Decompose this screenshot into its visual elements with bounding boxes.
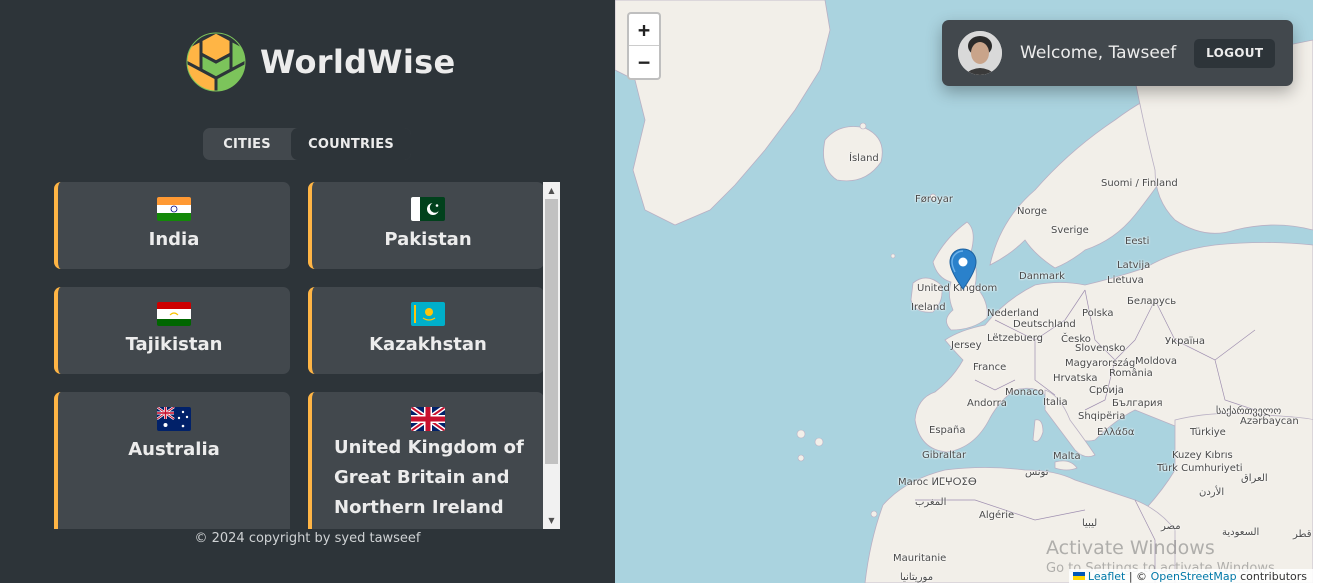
map-label: Ελλάδα: [1097, 427, 1135, 438]
map-label: България: [1112, 398, 1163, 409]
map-label: Lietuva: [1107, 275, 1144, 286]
map-label: Jersey: [951, 340, 982, 351]
map-label: Lëtzebuerg: [987, 333, 1043, 344]
page-edge: [1313, 0, 1319, 583]
map-label: Monaco: [1005, 387, 1044, 398]
map-label: Türk Cumhuriyeti: [1157, 463, 1243, 474]
country-item-australia[interactable]: Australia: [54, 392, 290, 529]
map-label: Slovensko: [1075, 343, 1126, 354]
zoom-out-button[interactable]: −: [629, 46, 659, 78]
map-label: العراق: [1241, 473, 1268, 484]
map-label: ليبيا: [1082, 518, 1098, 529]
list-scrollbar[interactable]: ▲ ▼: [543, 182, 560, 529]
logout-button[interactable]: LOGOUT: [1194, 38, 1276, 68]
leaflet-link[interactable]: Leaflet: [1088, 570, 1125, 583]
map-marker-icon[interactable]: [949, 248, 977, 290]
australia-flag-icon: [157, 407, 191, 431]
map-label: قطر: [1293, 529, 1312, 540]
map-label: România: [1109, 368, 1153, 379]
country-item-india[interactable]: India: [54, 182, 290, 269]
country-name: Pakistan: [384, 229, 472, 250]
map-label: Polska: [1082, 308, 1114, 319]
map-label: España: [929, 425, 966, 436]
map-label: Deutschland: [1013, 319, 1076, 330]
ukraine-flag-icon: [1072, 572, 1085, 580]
map-label: Ireland: [911, 302, 946, 313]
tab-countries[interactable]: COUNTRIES: [291, 128, 411, 160]
openstreetmap-link[interactable]: OpenStreetMap: [1151, 570, 1237, 583]
map-label: Norge: [1017, 206, 1048, 217]
scroll-down-arrow-icon[interactable]: ▼: [543, 512, 560, 529]
map-label: Italia: [1043, 397, 1068, 408]
map-label: Kuzey Kıbrıs: [1172, 450, 1233, 461]
country-item-kazakhstan[interactable]: Kazakhstan: [308, 287, 544, 374]
pakistan-flag-icon: [411, 197, 445, 221]
country-name: Australia: [128, 439, 220, 460]
map-label: Україна: [1165, 336, 1206, 347]
map[interactable]: Ísland Føroyar Norge Sverige Suomi / Fin…: [615, 0, 1313, 583]
user-panel: Welcome, Tawseef LOGOUT: [942, 20, 1293, 86]
map-label: Andorra: [967, 398, 1007, 409]
map-label: Azərbaycan: [1240, 416, 1299, 427]
scroll-thumb[interactable]: [545, 199, 558, 464]
map-label: Føroyar: [915, 194, 954, 205]
map-label: مصر: [1161, 521, 1181, 532]
app-name: WorldWise: [260, 43, 456, 81]
map-label: Nederland: [987, 308, 1039, 319]
watermark-title: Activate Windows: [1046, 537, 1215, 559]
logo[interactable]: WorldWise: [186, 32, 456, 92]
india-flag-icon: [157, 197, 191, 221]
map-attribution: Leaflet | © OpenStreetMap contributors: [1068, 569, 1313, 583]
map-label: Malta: [1053, 451, 1081, 462]
kazakhstan-flag-icon: [411, 302, 445, 326]
map-label: موريتانيا: [900, 572, 934, 583]
country-item-united-kingdom[interactable]: United Kingdom of Great Britain and Nort…: [308, 392, 544, 529]
globe-logo-icon: [186, 32, 246, 92]
tab-cities[interactable]: CITIES: [203, 128, 291, 160]
country-list: India Pakistan Tajikistan Kazakhstan Aus…: [54, 182, 544, 529]
country-name: India: [148, 229, 200, 250]
map-label: France: [973, 362, 1007, 373]
tajikistan-flag-icon: [157, 302, 191, 326]
map-label: تونس: [1025, 467, 1049, 478]
map-label: Danmark: [1019, 271, 1065, 282]
map-label: Mauritanie: [893, 553, 947, 564]
map-label: Србија: [1089, 385, 1124, 396]
map-label: الأردن: [1199, 487, 1225, 498]
map-label: Gibraltar: [922, 450, 967, 461]
zoom-control: + −: [627, 12, 661, 80]
map-label: Sverige: [1051, 225, 1089, 236]
scroll-up-arrow-icon[interactable]: ▲: [543, 182, 560, 199]
country-list-container[interactable]: India Pakistan Tajikistan Kazakhstan Aus…: [54, 182, 560, 529]
attribution-contributors: contributors: [1240, 569, 1307, 583]
map-label: Latvija: [1117, 260, 1151, 271]
country-name: Tajikistan: [125, 334, 223, 355]
country-item-tajikistan[interactable]: Tajikistan: [54, 287, 290, 374]
map-label: Suomi / Finland: [1101, 178, 1178, 189]
welcome-text: Welcome, Tawseef: [1020, 43, 1177, 63]
user-avatar: [958, 31, 1002, 75]
sidebar: WorldWise CITIES COUNTRIES India Pakista…: [0, 0, 615, 583]
map-label: Algérie: [979, 510, 1015, 521]
copyright-text: © 2024 copyright by syed tawseef: [194, 531, 421, 546]
map-label: Shqipëria: [1078, 411, 1126, 422]
country-name: Kazakhstan: [369, 334, 487, 355]
map-label: Maroc ⵍⵎⵖⵔⵉⴱ: [898, 477, 977, 488]
zoom-in-button[interactable]: +: [629, 14, 659, 46]
country-item-pakistan[interactable]: Pakistan: [308, 182, 544, 269]
map-label: Türkiye: [1190, 427, 1226, 438]
map-label: Moldova: [1135, 356, 1178, 367]
map-label: Ísland: [849, 153, 879, 164]
tab-bar: CITIES COUNTRIES: [203, 128, 411, 160]
map-label: المغرب: [915, 497, 947, 508]
map-label: Беларусь: [1127, 296, 1177, 307]
attribution-separator: | ©: [1128, 569, 1148, 583]
country-name: United Kingdom of Great Britain and Nort…: [334, 437, 524, 518]
map-label: Eesti: [1125, 236, 1150, 247]
map-label: Hrvatska: [1053, 373, 1098, 384]
uk-flag-icon: [411, 407, 445, 431]
